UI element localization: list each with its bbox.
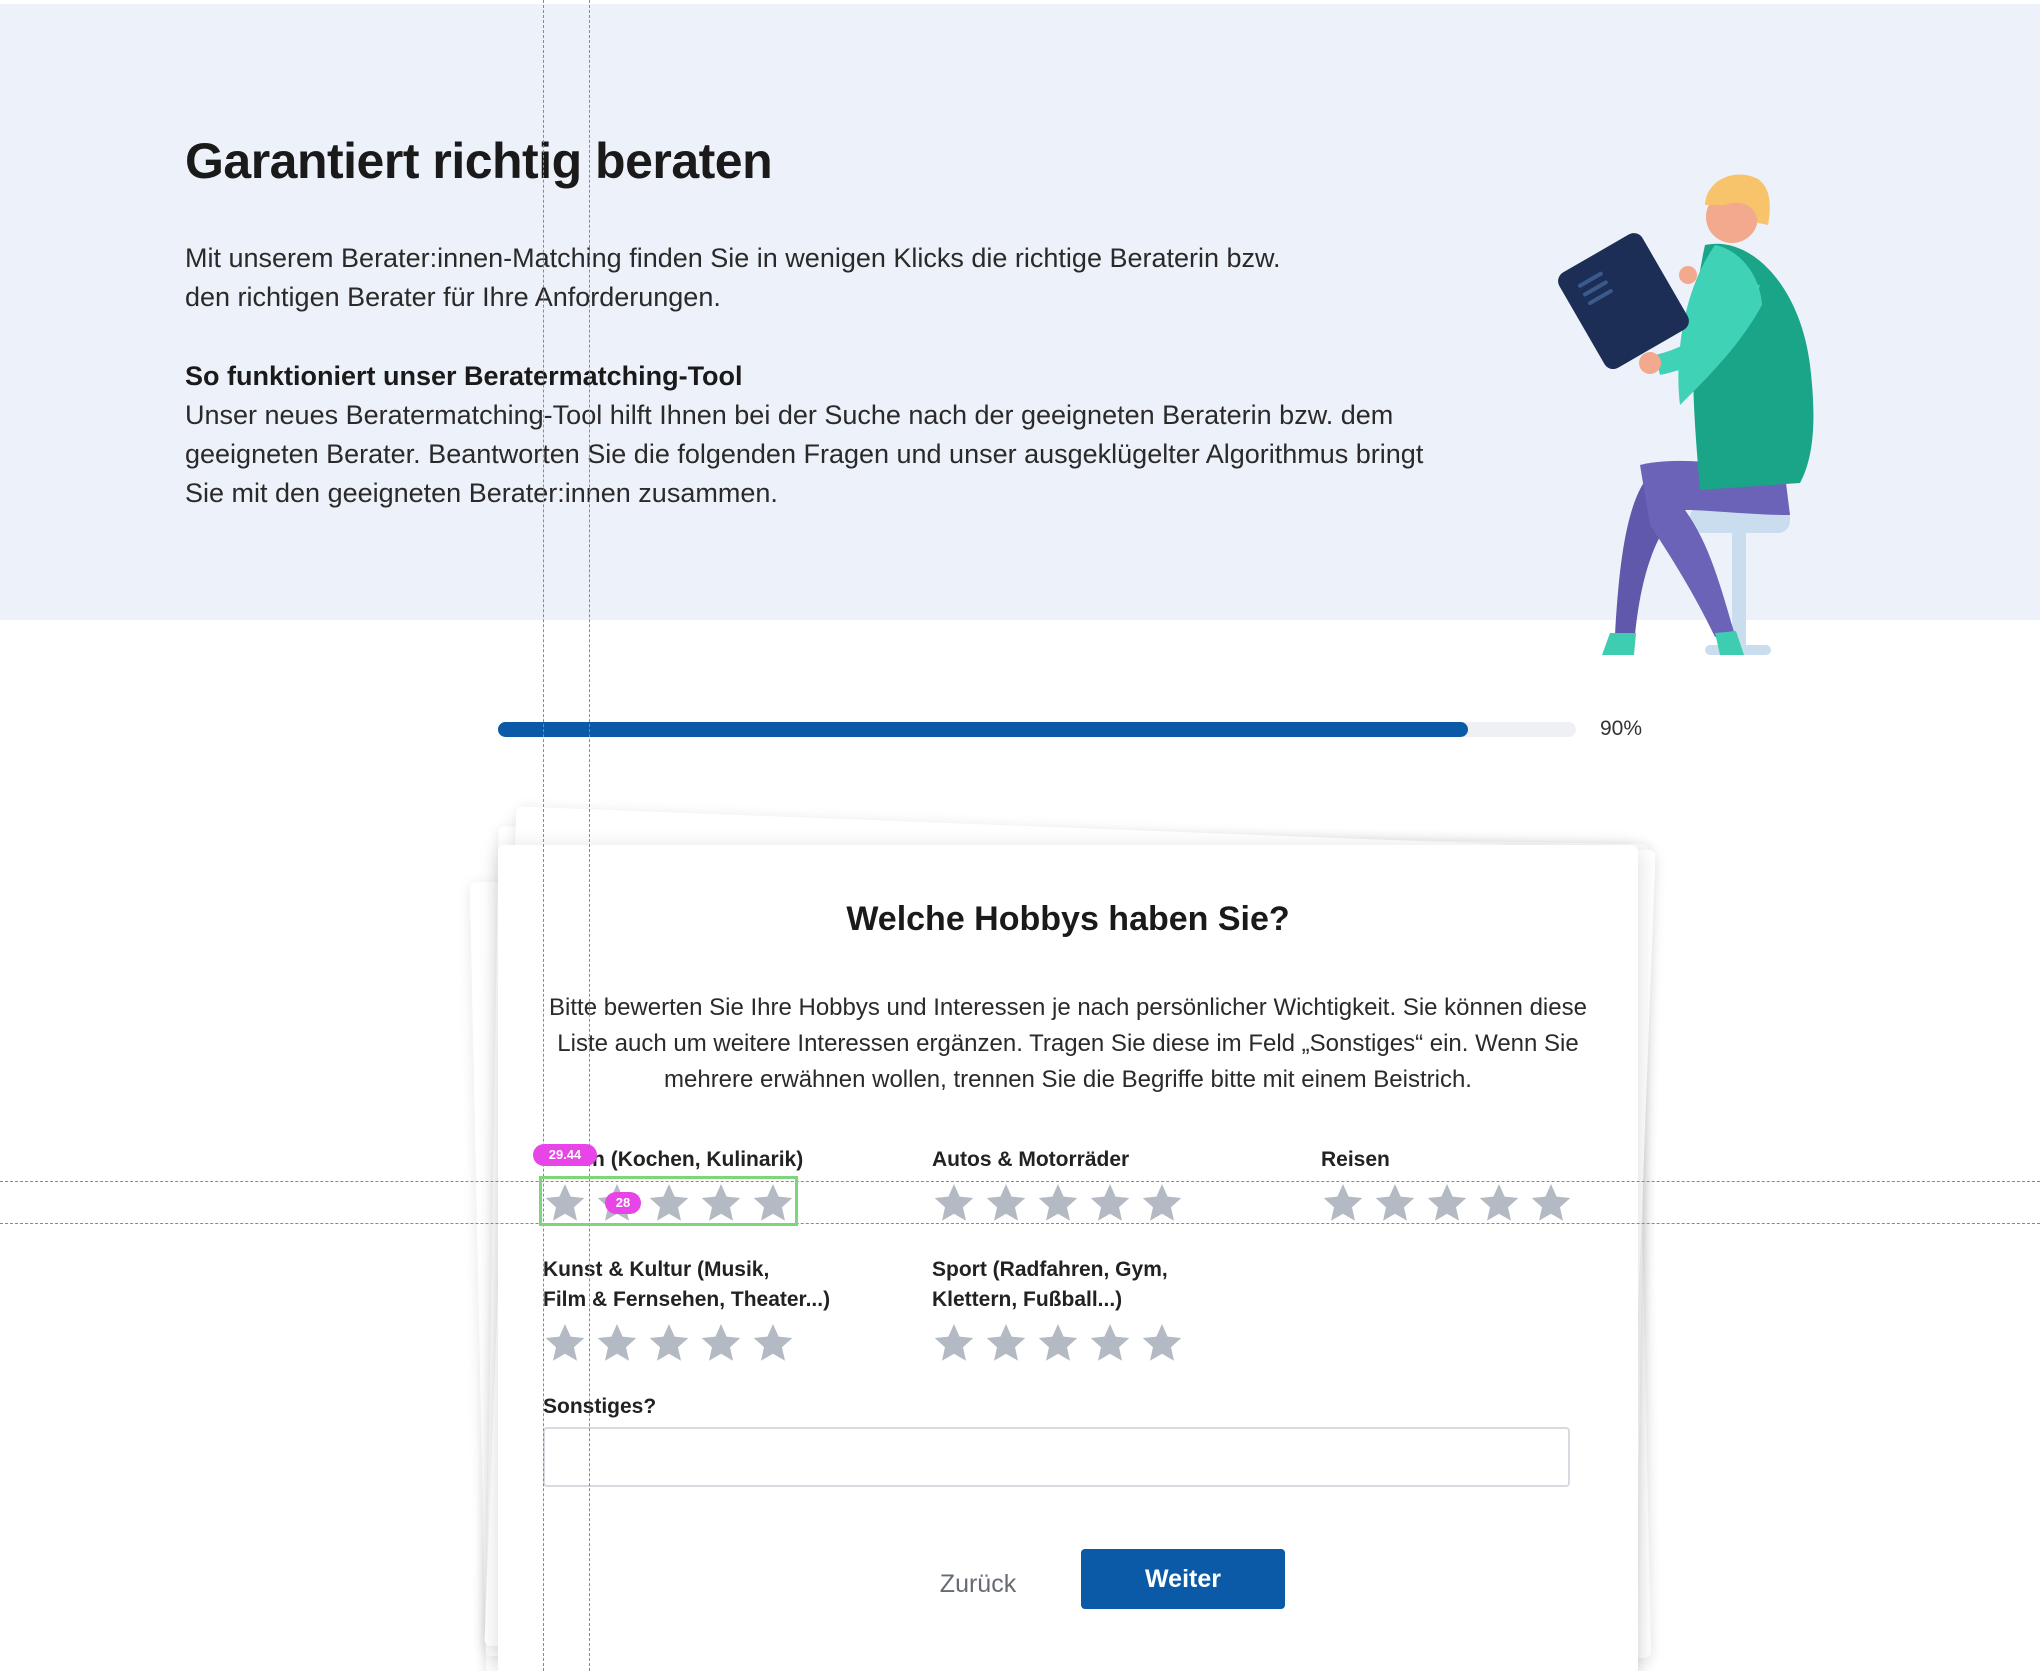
star-icon[interactable] bbox=[1088, 1181, 1132, 1225]
hero-title: Garantiert richtig beraten bbox=[185, 133, 773, 189]
other-input[interactable] bbox=[543, 1427, 1570, 1487]
selection-highlight bbox=[539, 1176, 798, 1226]
question-card: Welche Hobbys haben Sie? Bitte bewerten … bbox=[498, 845, 1638, 1671]
star-icon[interactable] bbox=[1036, 1181, 1080, 1225]
question-description: Bitte bewerten Sie Ihre Hobbys und Inter… bbox=[549, 994, 1587, 1093]
star-icon[interactable] bbox=[932, 1321, 976, 1365]
hero-body: Unser neues Beratermatching-Tool hilft I… bbox=[185, 400, 1424, 508]
star-icon[interactable] bbox=[751, 1321, 795, 1365]
star-icon[interactable] bbox=[1088, 1321, 1132, 1365]
rating-label: Autos & Motorräder bbox=[932, 1148, 1130, 1171]
star-icon[interactable] bbox=[1321, 1181, 1365, 1225]
star-icon[interactable] bbox=[1036, 1321, 1080, 1365]
rating-item: Sport (Radfahren, Gym, Klettern, Fußball… bbox=[932, 1255, 1184, 1365]
star-icon[interactable] bbox=[984, 1181, 1028, 1225]
rating-label: Sport (Radfahren, Gym, Klettern, Fußball… bbox=[932, 1258, 1168, 1311]
star-icon[interactable] bbox=[1140, 1321, 1184, 1365]
gap-measure-badge: 28 bbox=[605, 1192, 641, 1214]
star-icon[interactable] bbox=[1373, 1181, 1417, 1225]
measure-guide-vertical bbox=[543, 0, 544, 1671]
star-rating[interactable] bbox=[1321, 1181, 1573, 1225]
star-icon[interactable] bbox=[1477, 1181, 1521, 1225]
back-button[interactable]: Zurück bbox=[898, 1555, 1058, 1613]
star-icon[interactable] bbox=[595, 1321, 639, 1365]
next-button[interactable]: Weiter bbox=[1081, 1549, 1285, 1609]
star-icon[interactable] bbox=[984, 1321, 1028, 1365]
measure-guide-horizontal bbox=[0, 1223, 2040, 1224]
width-measure-badge: 29.44 bbox=[533, 1144, 597, 1166]
star-icon[interactable] bbox=[1425, 1181, 1469, 1225]
star-icon[interactable] bbox=[1140, 1181, 1184, 1225]
star-icon[interactable] bbox=[1529, 1181, 1573, 1225]
star-icon[interactable] bbox=[932, 1181, 976, 1225]
question-title: Welche Hobbys haben Sie? bbox=[846, 900, 1290, 938]
star-rating[interactable] bbox=[932, 1321, 1184, 1365]
progress-bar-fill bbox=[498, 722, 1469, 737]
hero-subheading: So funktioniert unser Beratermatching-To… bbox=[185, 361, 743, 391]
rating-item: Autos & Motorräder bbox=[932, 1145, 1184, 1225]
hero-intro: Mit unserem Berater:innen-Matching finde… bbox=[185, 243, 1281, 312]
star-icon[interactable] bbox=[543, 1321, 587, 1365]
rating-item: Kunst & Kultur (Musik, Film & Fernsehen,… bbox=[543, 1255, 830, 1365]
measure-guide-vertical bbox=[589, 0, 590, 1671]
progress-label: 90% bbox=[1600, 717, 1643, 740]
rating-label: Kunst & Kultur (Musik, Film & Fernsehen,… bbox=[543, 1258, 831, 1311]
other-label: Sonstiges? bbox=[543, 1395, 657, 1418]
progress-bar bbox=[498, 722, 1576, 737]
rating-item: Reisen bbox=[1321, 1145, 1573, 1225]
star-rating[interactable] bbox=[932, 1181, 1184, 1225]
star-icon[interactable] bbox=[647, 1321, 691, 1365]
star-rating[interactable] bbox=[543, 1321, 830, 1365]
person-reading-tablet-illustration bbox=[1558, 174, 1814, 655]
star-icon[interactable] bbox=[699, 1321, 743, 1365]
measure-guide-horizontal bbox=[0, 1181, 2040, 1182]
rating-label: Reisen bbox=[1321, 1148, 1390, 1171]
